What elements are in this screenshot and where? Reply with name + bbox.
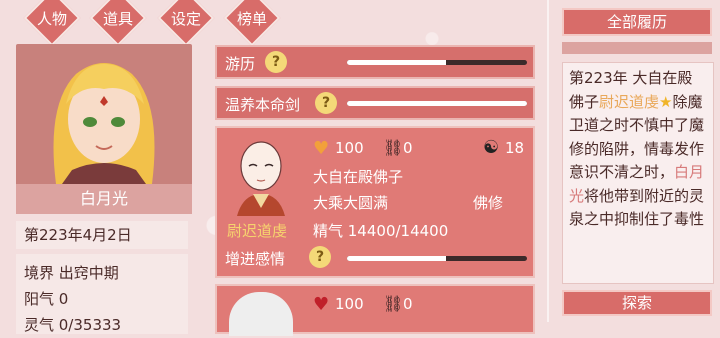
explore-button[interactable]: 探索 <box>562 290 712 316</box>
star-icon: ★ <box>659 92 673 111</box>
chain-icon: ⛓ <box>383 294 404 313</box>
history-header[interactable]: 全部履历 <box>562 8 712 36</box>
character-avatar <box>53 63 155 184</box>
tab-character[interactable]: 人物 <box>23 0 81 48</box>
row-travel[interactable]: 游历 ? <box>215 45 535 79</box>
npc-jingqi: 精气 14400/14400 <box>313 222 449 240</box>
npc-name: 尉迟道虔 <box>227 222 288 240</box>
tab-rankings[interactable]: 榜单 <box>223 0 281 48</box>
chain-value: 0 <box>403 295 413 313</box>
affection-progress <box>347 256 527 261</box>
chain-icon: ⛓ <box>383 138 404 157</box>
tab-settings[interactable]: 设定 <box>157 0 215 48</box>
monk-avatar <box>237 141 285 216</box>
npc-portrait <box>229 136 293 216</box>
character-name: 白月光 <box>16 184 192 214</box>
npc-realm: 大乘大圆满 <box>313 194 389 212</box>
heart-icon: ♥ <box>313 294 330 315</box>
row-nurture-sword[interactable]: 温养本命剑 ? <box>215 86 535 120</box>
help-icon[interactable]: ? <box>315 92 337 114</box>
heart-icon: ♥ <box>313 138 330 159</box>
npc2-portrait <box>229 292 293 336</box>
yinyang-value: 18 <box>505 139 525 157</box>
affection-value: 100 <box>335 139 364 157</box>
divider <box>547 0 549 322</box>
realm-stat: 境界 出窍中期 <box>24 264 119 282</box>
affection-value: 100 <box>335 295 364 313</box>
help-icon[interactable]: ? <box>265 51 287 73</box>
npc-path: 佛修 <box>473 194 504 212</box>
history-scrollbar[interactable] <box>562 42 712 54</box>
yang-stat: 阳气 0 <box>24 290 69 308</box>
npc-card-2[interactable]: ♥ 100 ⛓ 0 <box>215 284 535 336</box>
yinyang-icon: ☯ <box>483 137 500 158</box>
ling-stat: 灵气 0/35333 <box>24 316 122 334</box>
npc-card[interactable]: 尉迟道虔 ♥ 100 ⛓ 0 ☯ 18 大自在殿佛子 大乘大圆满 佛修 精气 1… <box>215 126 535 278</box>
history-log[interactable]: 第223年 大自在殿佛子尉迟道虔★除魔卫道之时不慎中了魔修的陷阱，情毒发作意识不… <box>562 62 714 284</box>
help-icon[interactable]: ? <box>309 246 331 268</box>
chain-value: 0 <box>403 139 413 157</box>
npc-name-link: 尉迟道虔 <box>599 92 660 111</box>
game-date: 第223年4月2日 <box>16 221 188 249</box>
action-label: 增进感情 <box>225 250 286 268</box>
sword-progress <box>347 101 527 106</box>
npc-title: 大自在殿佛子 <box>313 168 404 186</box>
character-stats: 境界 出窍中期 阳气 0 灵气 0/35333 <box>16 254 188 334</box>
tab-items[interactable]: 道具 <box>89 0 147 48</box>
travel-progress <box>347 60 527 65</box>
